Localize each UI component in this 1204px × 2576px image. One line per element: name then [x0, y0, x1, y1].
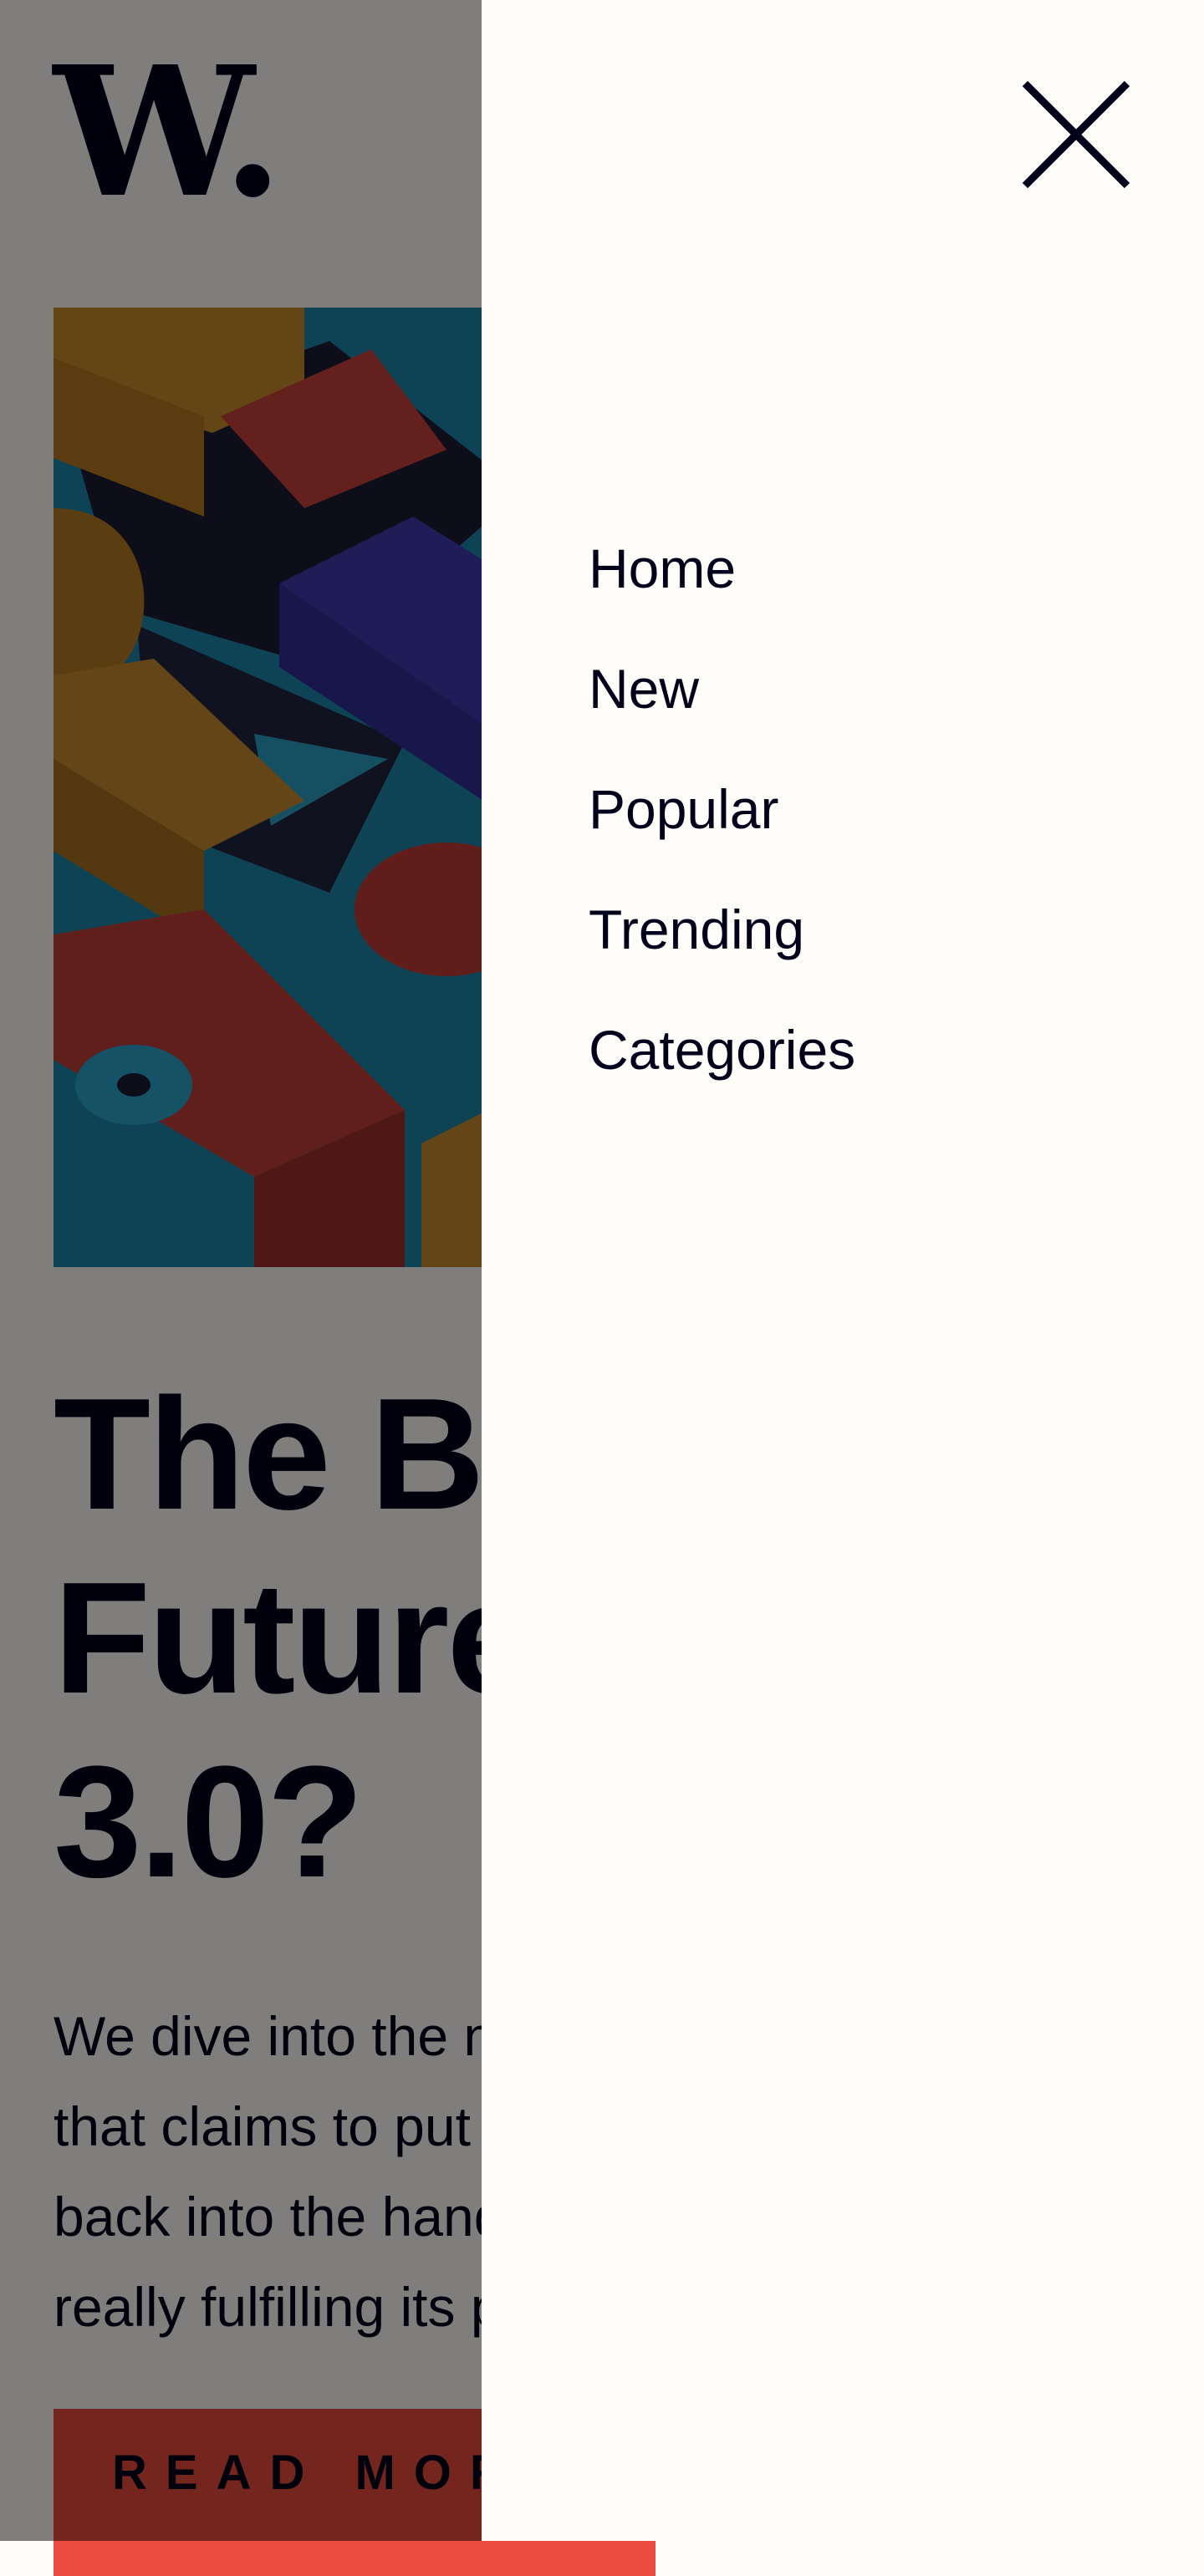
- nav-item-home: Home: [589, 527, 855, 647]
- nav-link-popular[interactable]: Popular: [589, 778, 779, 840]
- nav-link-home[interactable]: Home: [589, 537, 736, 599]
- nav-drawer: Home New Popular Trending Categories: [482, 0, 1204, 2541]
- close-menu-button[interactable]: [1013, 72, 1139, 197]
- nav-item-new: New: [589, 647, 855, 767]
- close-icon: [1022, 80, 1130, 189]
- nav-link-categories[interactable]: Categories: [589, 1019, 855, 1081]
- nav-link-trending[interactable]: Trending: [589, 899, 804, 960]
- nav-item-trending: Trending: [589, 888, 855, 1008]
- nav-menu: Home New Popular Trending Categories: [589, 527, 855, 1128]
- nav-item-categories: Categories: [589, 1008, 855, 1128]
- nav-item-popular: Popular: [589, 767, 855, 888]
- nav-link-new[interactable]: New: [589, 658, 699, 720]
